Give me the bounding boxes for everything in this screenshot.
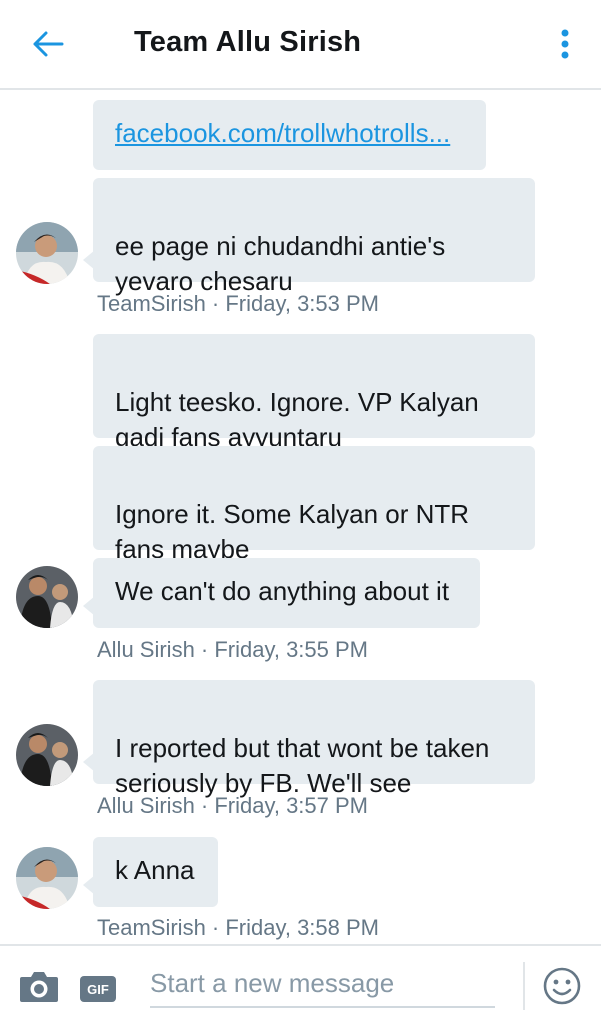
camera-button[interactable] <box>18 968 60 1004</box>
message-meta: TeamSirish · Friday, 3:58 PM <box>97 915 380 940</box>
message-text: We can't do anything about it <box>115 576 450 606</box>
message-input[interactable] <box>150 960 495 1008</box>
camera-icon <box>20 972 58 1002</box>
message-link[interactable]: facebook.com/trollwhotrolls... <box>115 118 450 148</box>
message-meta: Allu Sirish · Friday, 3:57 PM <box>97 793 369 818</box>
arrow-left-icon <box>33 31 64 57</box>
message-text: ee page ni chudandhi antie's yevaro ches… <box>115 231 446 296</box>
message-text: k Anna <box>115 855 195 885</box>
message-bubble: Ignore it. Some Kalyan or NTR fans maybe <box>93 446 535 564</box>
more-vertical-icon <box>561 29 569 59</box>
message-bubble: Light teesko. Ignore. VP Kalyan gadi fan… <box>93 334 535 452</box>
gif-button[interactable]: GIF <box>80 976 116 1002</box>
avatar-allu-sirish[interactable] <box>16 566 78 628</box>
message-bubble: k Anna <box>83 837 218 907</box>
conversation-title: Team Allu Sirish <box>134 26 362 58</box>
message-bubble: I reported but that wont be taken seriou… <box>83 680 535 798</box>
avatar-teamsirish[interactable] <box>16 222 78 284</box>
composer-divider <box>523 962 525 1010</box>
message-meta: TeamSirish · Friday, 3:53 PM <box>97 291 380 316</box>
more-options-button[interactable] <box>548 24 582 64</box>
emoji-button[interactable] <box>542 966 582 1006</box>
back-button[interactable] <box>26 24 70 64</box>
message-composer: GIF <box>0 944 601 1024</box>
smiley-icon <box>543 967 581 1005</box>
avatar-teamsirish[interactable] <box>16 847 78 909</box>
message-text: I reported but that wont be taken seriou… <box>115 733 490 798</box>
avatar-allu-sirish[interactable] <box>16 724 78 786</box>
message-bubble: ee page ni chudandhi antie's yevaro ches… <box>83 178 535 296</box>
message-text: Light teesko. Ignore. VP Kalyan gadi fan… <box>115 387 479 452</box>
message-bubble: facebook.com/trollwhotrolls... <box>93 100 486 170</box>
message-list[interactable]: facebook.com/trollwhotrolls... ee page n… <box>0 92 601 944</box>
message-text: Ignore it. Some Kalyan or NTR fans maybe <box>115 499 470 564</box>
conversation-header: Team Allu Sirish <box>0 0 601 90</box>
message-meta: Allu Sirish · Friday, 3:55 PM <box>97 637 369 662</box>
message-bubble: We can't do anything about it <box>83 558 480 628</box>
